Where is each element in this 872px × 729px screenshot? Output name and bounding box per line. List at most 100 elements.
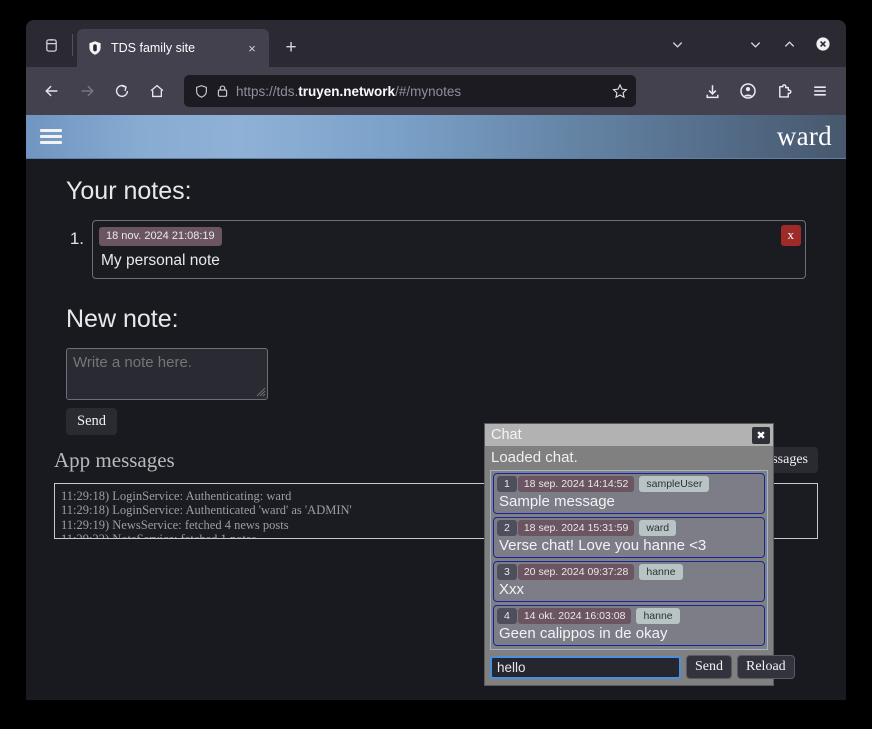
- chat-message-text: Xxx: [497, 581, 761, 598]
- chat-close-button[interactable]: ✖: [752, 427, 770, 444]
- extensions-icon: [776, 83, 793, 100]
- chat-message-text: Verse chat! Love you hanne <3: [497, 537, 761, 554]
- chat-message: 4 14 okt. 2024 16:03:08 hanne Geen calip…: [493, 605, 765, 646]
- chat-message-text: Sample message: [497, 493, 761, 510]
- lock-icon[interactable]: [216, 84, 229, 98]
- url-suffix: /#/mynotes: [395, 84, 461, 99]
- new-note-input[interactable]: [66, 348, 268, 400]
- send-note-button[interactable]: Send: [66, 408, 117, 435]
- app-header: ward: [26, 115, 846, 159]
- chat-message-timestamp: 20 sep. 2024 09:37:28: [518, 564, 635, 580]
- notes-list: 1. 18 nov. 2024 21:08:19 My personal not…: [66, 220, 806, 279]
- navigation-toolbar: https://tds.truyen.network/#/mynotes: [26, 67, 846, 115]
- chat-message-user: sampleUser: [639, 476, 709, 492]
- note-meta-row: 18 nov. 2024 21:08:19: [99, 227, 799, 246]
- home-button[interactable]: [141, 75, 173, 107]
- chat-widget: Chat ✖ Loaded chat. 1 18 sep. 2024 14:14…: [484, 423, 774, 686]
- hamburger-menu-icon: [811, 82, 829, 100]
- reload-icon: [113, 82, 131, 100]
- app-menu-icon[interactable]: [40, 129, 62, 144]
- tab-title: TDS family site: [111, 41, 235, 55]
- tab-close-icon[interactable]: ×: [243, 39, 261, 57]
- chat-reload-button[interactable]: Reload: [737, 655, 795, 679]
- forward-arrow-icon: [78, 82, 96, 100]
- new-note-title: New note:: [66, 305, 806, 334]
- shield-favicon-icon: [87, 40, 103, 56]
- home-icon: [148, 82, 166, 100]
- chat-message-meta: 4 14 okt. 2024 16:03:08 hanne: [497, 608, 761, 624]
- chat-message-timestamp: 18 sep. 2024 15:31:59: [518, 520, 635, 536]
- your-notes-title: Your notes:: [66, 177, 806, 206]
- chat-message-index: 2: [497, 520, 517, 536]
- chat-message: 3 20 sep. 2024 09:37:28 hanne Xxx: [493, 561, 765, 602]
- app-brand: ward: [777, 121, 832, 152]
- shield-icon[interactable]: [194, 84, 209, 99]
- chat-status-text: Loaded chat.: [485, 446, 773, 470]
- app-messages-title: App messages: [54, 448, 175, 473]
- back-arrow-icon: [43, 82, 61, 100]
- note-card[interactable]: 18 nov. 2024 21:08:19 My personal note x: [92, 220, 806, 279]
- maximize-icon: [783, 38, 796, 51]
- tab-list-icon: [44, 38, 59, 53]
- hamburger-bar: [40, 141, 62, 144]
- tab-separator: [72, 34, 73, 56]
- chat-message-meta: 1 18 sep. 2024 14:14:52 sampleUser: [497, 476, 761, 492]
- chat-message-input[interactable]: [490, 656, 681, 679]
- chat-message-meta: 3 20 sep. 2024 09:37:28 hanne: [497, 564, 761, 580]
- url-bar[interactable]: https://tds.truyen.network/#/mynotes: [184, 75, 636, 107]
- note-timestamp-badge: 18 nov. 2024 21:08:19: [99, 227, 222, 246]
- chevron-down-icon: [671, 38, 684, 51]
- main-content: Your notes: 1. 18 nov. 2024 21:08:19 My …: [26, 159, 846, 435]
- tab-strip: TDS family site × +: [26, 20, 846, 67]
- hamburger-bar: [40, 129, 62, 132]
- chat-message-user: hanne: [636, 608, 679, 624]
- chat-message-user: ward: [639, 520, 676, 536]
- chat-message-list: 1 18 sep. 2024 14:14:52 sampleUser Sampl…: [490, 470, 768, 650]
- minimize-button[interactable]: [738, 28, 772, 60]
- chat-message-index: 4: [497, 608, 517, 624]
- back-button[interactable]: [36, 75, 68, 107]
- extensions-button[interactable]: [768, 75, 800, 107]
- minimize-icon: [749, 38, 762, 51]
- tab-overview-button[interactable]: [660, 28, 694, 60]
- chat-send-button[interactable]: Send: [686, 655, 732, 679]
- chat-message: 1 18 sep. 2024 14:14:52 sampleUser Sampl…: [493, 473, 765, 514]
- star-icon[interactable]: [612, 83, 628, 99]
- download-icon: [704, 83, 721, 100]
- chat-message-index: 1: [497, 476, 517, 492]
- app-menu-button[interactable]: [804, 75, 836, 107]
- browser-tab[interactable]: TDS family site ×: [77, 29, 269, 67]
- page-content: ward Your notes: 1. 18 nov. 2024 21:08:1…: [26, 115, 846, 700]
- hamburger-bar: [40, 135, 62, 138]
- chat-message-timestamp: 18 sep. 2024 14:14:52: [518, 476, 635, 492]
- chat-message-index: 3: [497, 564, 517, 580]
- new-tab-button[interactable]: +: [275, 32, 307, 64]
- chat-input-row: Send Reload: [485, 650, 773, 685]
- account-icon: [739, 82, 757, 100]
- chat-message-user: hanne: [639, 564, 682, 580]
- downloads-button[interactable]: [696, 75, 728, 107]
- new-note-field-wrap: [66, 348, 268, 400]
- account-button[interactable]: [732, 75, 764, 107]
- close-window-button[interactable]: [806, 28, 840, 60]
- chat-message-text: Geen calippos in de okay: [497, 625, 761, 642]
- url-prefix: https://tds.: [236, 84, 298, 99]
- chat-message-timestamp: 14 okt. 2024 16:03:08: [518, 608, 632, 624]
- url-text: https://tds.truyen.network/#/mynotes: [236, 84, 605, 99]
- browser-window: TDS family site × +: [26, 20, 846, 700]
- close-icon: [815, 36, 831, 52]
- toolbar-right-group: [696, 75, 836, 107]
- note-list-item: 1. 18 nov. 2024 21:08:19 My personal not…: [66, 220, 806, 279]
- note-delete-button[interactable]: x: [781, 225, 802, 246]
- window-controls-spacer: [694, 28, 738, 60]
- window-controls: [660, 28, 840, 60]
- url-domain: truyen.network: [298, 84, 395, 99]
- maximize-button[interactable]: [772, 28, 806, 60]
- note-index: 1.: [66, 220, 84, 249]
- reload-button[interactable]: [106, 75, 138, 107]
- forward-button[interactable]: [71, 75, 103, 107]
- chat-titlebar[interactable]: Chat ✖: [485, 424, 773, 446]
- chat-title: Chat: [491, 427, 752, 443]
- tab-list-button[interactable]: [34, 28, 68, 62]
- chat-message: 2 18 sep. 2024 15:31:59 ward Verse chat!…: [493, 517, 765, 558]
